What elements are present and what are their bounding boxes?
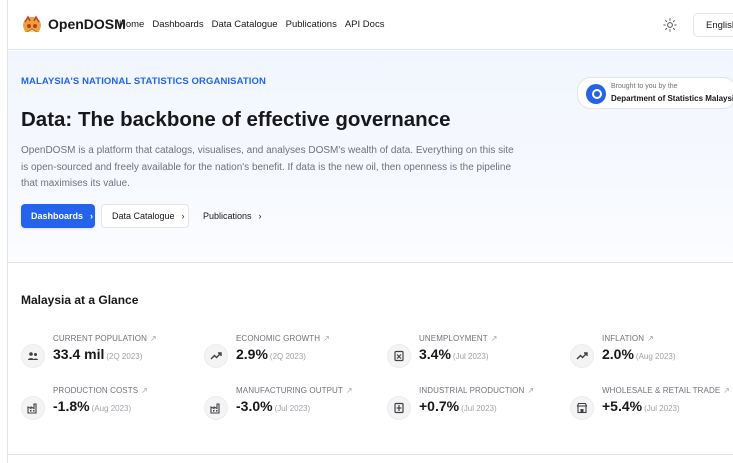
dosm-credit-badge[interactable]: Brought to you by the Department of Stat… (577, 77, 733, 109)
stat-production-costs: PRODUCTION COSTS ↗ -1.8% (Aug 2023) (21, 386, 191, 428)
stat-value-row: 3.4% (Jul 2023) (419, 346, 489, 364)
stat-label[interactable]: PRODUCTION COSTS ↗ (53, 386, 148, 395)
dashboards-button-label: Dashboards (31, 211, 84, 221)
stat-value-row: -3.0% (Jul 2023) (236, 398, 310, 416)
stat-value-row: +0.7% (Jul 2023) (419, 398, 497, 416)
stat-value-row: 33.4 mil (2Q 2023) (53, 346, 142, 364)
dosm-logo-icon[interactable] (21, 14, 43, 36)
language-value: English (706, 20, 733, 31)
stat-label[interactable]: INFLATION ↗ (602, 334, 654, 343)
dashboards-button[interactable]: Dashboards › (21, 204, 95, 228)
chevron-right-icon: › (90, 211, 94, 221)
stat-period: (Jul 2023) (644, 404, 680, 413)
trend-up-icon (204, 344, 228, 368)
stat-wholesale-retail-trade: WHOLESALE & RETAIL TRADE ↗ +5.4% (Jul 2023… (570, 386, 733, 428)
site-header: OpenDOSM Home Dashboards Data Catalogue … (8, 0, 733, 50)
stat-value: 33.4 mil (53, 346, 105, 362)
industry-icon (387, 396, 411, 420)
external-link-icon: ↗ (527, 386, 535, 395)
stat-label[interactable]: INDUSTRIAL PRODUCTION ↗ (419, 386, 534, 395)
stat-value-row: 2.9% (2Q 2023) (236, 346, 306, 364)
stat-value: -3.0% (236, 398, 273, 414)
stat-inflation: INFLATION ↗ 2.0% (Aug 2023) (570, 334, 733, 376)
stat-industrial-production: INDUSTRIAL PRODUCTION ↗ +0.7% (Jul 2023) (387, 386, 557, 428)
stat-value: -1.8% (53, 398, 90, 414)
stat-label[interactable]: UNEMPLOYMENT ↗ (419, 334, 498, 343)
main-nav: Home Dashboards Data Catalogue Publicati… (119, 19, 392, 30)
stat-value-row: 2.0% (Aug 2023) (602, 346, 676, 364)
hero-description: OpenDOSM is a platform that catalogs, vi… (21, 145, 514, 189)
data-catalogue-button-label: Data Catalogue (112, 211, 175, 221)
publications-button[interactable]: Publications › (193, 204, 267, 228)
section-divider (8, 454, 733, 455)
store-icon (570, 396, 594, 420)
stat-period: (Jul 2023) (452, 352, 489, 361)
stat-value: +0.7% (419, 398, 460, 414)
stat-economic-growth: ECONOMIC GROWTH ↗ 2.9% (2Q 2023) (204, 334, 374, 376)
external-link-icon: ↗ (723, 386, 731, 395)
stat-label[interactable]: WHOLESALE & RETAIL TRADE ↗ (602, 386, 730, 395)
chevron-right-icon: › (258, 211, 262, 221)
stat-period: (Jul 2023) (461, 404, 497, 413)
external-link-icon: ↗ (345, 386, 353, 395)
stat-period: (2Q 2023) (106, 352, 143, 361)
stat-label[interactable]: ECONOMIC GROWTH ↗ (236, 334, 330, 343)
hero-label: MALAYSIA'S NATIONAL STATISTICS ORGANISAT… (21, 76, 266, 87)
publications-button-label: Publications (203, 211, 252, 221)
glance-title: Malaysia at a Glance (21, 293, 139, 307)
hero-section: MALAYSIA'S NATIONAL STATISTICS ORGANISAT… (8, 51, 733, 263)
stat-period: (Aug 2023) (635, 352, 676, 361)
factory-icon (204, 396, 228, 420)
nav-home[interactable]: Home (119, 19, 144, 30)
glance-section: Malaysia at a Glance CURRENT POPULATION ↗… (8, 264, 733, 463)
stat-value: 3.4% (419, 346, 451, 362)
stat-manufacturing-output: MANUFACTURING OUTPUT ↗ -3.0% (Jul 2023) (204, 386, 374, 428)
nav-publications[interactable]: Publications (286, 19, 337, 30)
nav-dashboards[interactable]: Dashboards (152, 19, 203, 30)
nav-api-docs[interactable]: API Docs (345, 19, 385, 30)
stat-value: +5.4% (602, 398, 643, 414)
brand-name[interactable]: OpenDOSM (48, 16, 126, 32)
stat-current-population: CURRENT POPULATION ↗ 33.4 mil (2Q 2023) (21, 334, 191, 376)
external-link-icon: ↗ (647, 334, 654, 343)
unemployment-icon (387, 344, 411, 368)
stat-value: 2.9% (236, 346, 268, 362)
page-title: Data: The backbone of effective governan… (21, 108, 451, 131)
external-link-icon: ↗ (323, 334, 330, 343)
nav-data-catalogue[interactable]: Data Catalogue (212, 19, 278, 30)
factory-icon (21, 396, 45, 420)
stat-unemployment: UNEMPLOYMENT ↗ 3.4% (Jul 2023) (387, 334, 557, 376)
people-icon (21, 344, 45, 368)
sun-icon[interactable] (663, 18, 677, 32)
stat-period: (2Q 2023) (269, 352, 306, 361)
credit-line-1: Brought to you by the (611, 83, 678, 90)
stat-value-row: -1.8% (Aug 2023) (53, 398, 131, 416)
external-link-icon: ↗ (490, 334, 498, 343)
credit-line-2: Department of Statistics Malaysia (611, 94, 733, 103)
stat-value-row: +5.4% (Jul 2023) (602, 398, 680, 416)
stat-period: (Jul 2023) (274, 404, 311, 413)
dosm-emblem-icon (586, 84, 606, 104)
external-link-icon: ↗ (141, 386, 148, 395)
chevron-right-icon: › (181, 211, 185, 221)
trend-up-icon (570, 344, 594, 368)
external-link-icon: ↗ (149, 334, 157, 343)
stat-value: 2.0% (602, 346, 634, 362)
stat-period: (Aug 2023) (91, 404, 132, 413)
stat-label[interactable]: CURRENT POPULATION ↗ (53, 334, 157, 343)
stat-label[interactable]: MANUFACTURING OUTPUT ↗ (236, 386, 353, 395)
language-select[interactable]: English ⌄ (693, 13, 733, 37)
data-catalogue-button[interactable]: Data Catalogue › (101, 204, 189, 228)
